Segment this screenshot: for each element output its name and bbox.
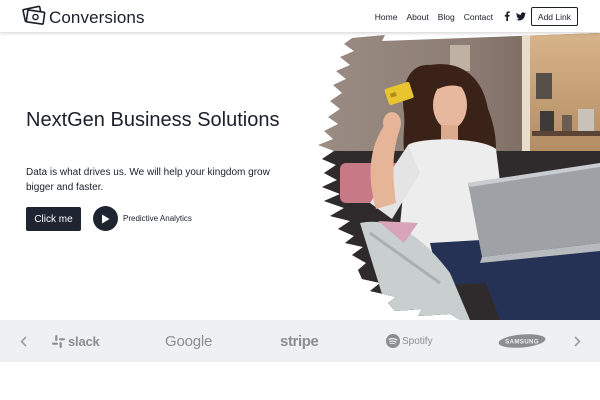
play-button[interactable] bbox=[93, 206, 118, 231]
main-nav: Home About Blog Contact bbox=[375, 11, 526, 23]
brand-stripe: stripe bbox=[280, 332, 319, 350]
hero-image bbox=[318, 33, 600, 320]
site-logo[interactable]: Conversions bbox=[22, 5, 145, 30]
play-icon bbox=[102, 214, 110, 223]
nav-contact[interactable]: Contact bbox=[464, 12, 493, 22]
spotify-icon bbox=[386, 334, 400, 348]
samsung-logo: SAMSUNG bbox=[498, 330, 546, 352]
predictive-analytics-link[interactable]: Predictive Analytics bbox=[93, 206, 192, 231]
slack-icon bbox=[52, 334, 65, 348]
spotify-logo: Spotify bbox=[386, 330, 433, 352]
facebook-icon[interactable] bbox=[504, 11, 510, 23]
slack-logo: slack bbox=[52, 330, 100, 352]
stripe-logo: stripe bbox=[280, 330, 319, 352]
hero-title: NextGen Business Solutions bbox=[26, 109, 280, 131]
money-icon bbox=[22, 5, 46, 30]
nav-home[interactable]: Home bbox=[375, 12, 398, 22]
predictive-analytics-label: Predictive Analytics bbox=[123, 214, 192, 223]
brand-spotify: Spotify bbox=[402, 335, 433, 347]
nav-about[interactable]: About bbox=[406, 12, 428, 22]
samsung-icon: SAMSUNG bbox=[498, 334, 546, 348]
twitter-icon[interactable] bbox=[516, 11, 526, 23]
brand-slack: slack bbox=[68, 333, 100, 349]
site-header: Conversions Home About Blog Contact Add … bbox=[0, 0, 600, 33]
add-link-button[interactable]: Add Link bbox=[530, 7, 578, 26]
brand-google: Google bbox=[165, 332, 213, 350]
social-links bbox=[504, 11, 526, 23]
google-logo: Google bbox=[165, 330, 212, 352]
chevron-right-icon[interactable] bbox=[570, 332, 584, 350]
logo-text: Conversions bbox=[49, 7, 145, 27]
brand-samsung: SAMSUNG bbox=[505, 338, 539, 345]
click-me-button[interactable]: Click me bbox=[26, 207, 81, 231]
partner-logo-carousel: slack Google stripe Spotify SAMSUNG bbox=[0, 320, 600, 362]
hero-description: Data is what drives us. We will help you… bbox=[26, 167, 270, 193]
nav-blog[interactable]: Blog bbox=[438, 12, 455, 22]
chevron-left-icon[interactable] bbox=[16, 332, 30, 350]
